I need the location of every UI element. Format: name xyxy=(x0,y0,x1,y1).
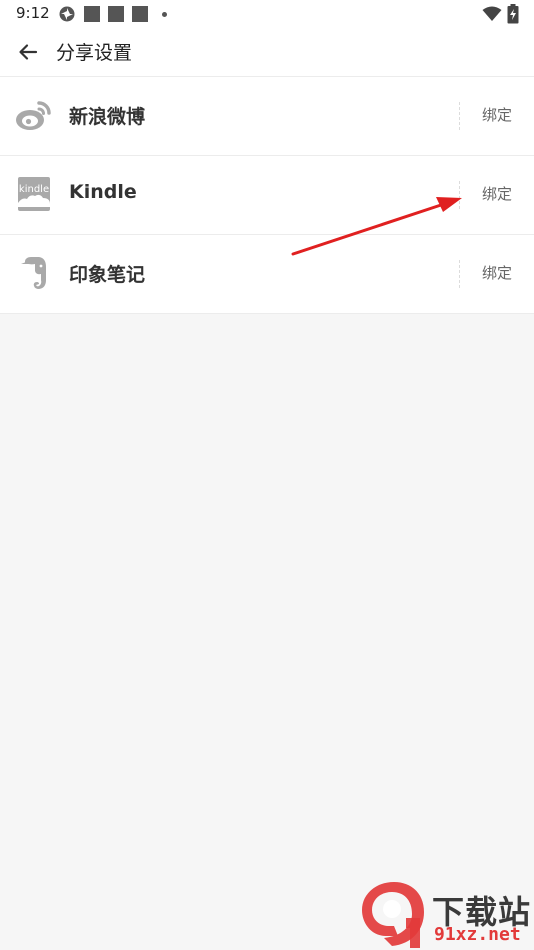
share-item-weibo[interactable]: 新浪微博 绑定 xyxy=(0,77,534,156)
bind-button-weibo[interactable]: 绑定 xyxy=(468,95,526,135)
kindle-icon-text: kindle xyxy=(19,184,49,195)
watermark-logo-icon xyxy=(362,882,424,948)
bind-button-evernote[interactable]: 绑定 xyxy=(468,253,526,293)
page-title: 分享设置 xyxy=(56,42,133,64)
site-watermark: 下载站 91xz.net xyxy=(352,878,534,950)
annotation-arrow xyxy=(291,197,462,256)
weibo-icon xyxy=(16,101,51,130)
watermark-text-en: 91xz.net xyxy=(434,924,521,945)
item-divider xyxy=(459,102,460,130)
status-time: 9:12 xyxy=(16,4,50,22)
kindle-icon: kindle xyxy=(18,177,50,211)
app-bar: 分享设置 xyxy=(0,28,534,77)
back-button[interactable] xyxy=(10,34,46,70)
notification-icon xyxy=(132,6,148,22)
bind-button-kindle[interactable]: 绑定 xyxy=(468,174,526,214)
notification-icon xyxy=(84,6,100,22)
evernote-icon xyxy=(21,257,46,289)
sync-status-icon xyxy=(59,6,75,22)
more-notifications-dot xyxy=(162,12,167,17)
back-arrow-icon xyxy=(19,44,38,60)
notification-icon xyxy=(108,6,124,22)
wifi-icon xyxy=(482,6,502,21)
status-bar: 9:12 xyxy=(0,0,534,28)
share-item-label: 印象笔记 xyxy=(69,264,146,286)
share-item-label: 新浪微博 xyxy=(69,106,146,128)
battery-icon xyxy=(507,4,519,24)
share-item-label: Kindle xyxy=(69,181,137,203)
